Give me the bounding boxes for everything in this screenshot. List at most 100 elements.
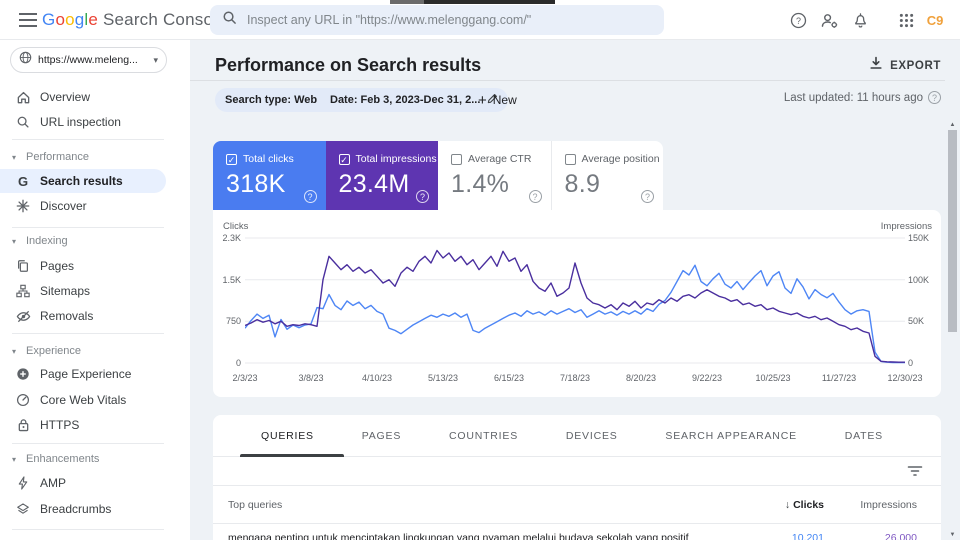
sidebar-item-core-web-vitals[interactable]: Core Web Vitals <box>0 391 180 409</box>
sidebar-item-breadcrumbs[interactable]: Breadcrumbs <box>0 500 180 518</box>
x-axis-tick: 4/10/23 <box>361 373 393 383</box>
divider <box>12 529 164 530</box>
table-header-row: Top queries ↓ Clicks Impressions <box>213 486 941 524</box>
browser-artifact-bar <box>390 0 555 4</box>
x-axis-tick: 2/3/23 <box>232 373 258 383</box>
metric-cards: ✓ Total clicks 318K ? ✓ Total impression… <box>213 141 663 210</box>
y-axis-tick-right: 150K <box>908 233 930 243</box>
sidebar-item-overview[interactable]: Overview <box>0 88 180 106</box>
table-toolbar <box>213 457 941 486</box>
scrollbar[interactable]: ▲ ▼ <box>946 120 959 540</box>
tab-search-appearance[interactable]: SEARCH APPEARANCE <box>665 430 796 442</box>
divider <box>12 333 164 334</box>
help-icon[interactable]: ? <box>528 190 542 203</box>
section-experience[interactable]: ▾ Experience <box>0 342 180 360</box>
y-axis-tick-left: 1.5K <box>222 274 241 285</box>
sidebar-item-amp[interactable]: AMP <box>0 474 180 492</box>
caret-down-icon: ▾ <box>12 346 17 356</box>
chart-plot[interactable] <box>244 237 905 364</box>
x-axis-tick: 3/8/23 <box>298 373 324 383</box>
table-row[interactable]: mengapa penting untuk menciptakan lingku… <box>213 524 941 540</box>
query-cell[interactable]: mengapa penting untuk menciptakan lingku… <box>228 532 689 540</box>
url-inspect-searchbox[interactable] <box>210 5 664 35</box>
divider <box>190 80 945 81</box>
sidebar-item-sitemaps[interactable]: Sitemaps <box>0 282 180 300</box>
help-icon[interactable]: ? <box>416 190 429 203</box>
sort-desc-icon: ↓ <box>784 499 791 511</box>
x-axis-tick: 5/13/23 <box>427 373 459 383</box>
scroll-down-icon[interactable]: ▼ <box>946 530 959 540</box>
checkbox-icon[interactable] <box>451 153 462 165</box>
y-axis-tick-right: 50K <box>908 316 925 327</box>
metric-value: 8.9 <box>564 170 601 198</box>
tab-queries[interactable]: QUERIES <box>261 430 314 442</box>
y-axis-tick-left: 750 <box>225 316 241 327</box>
section-indexing[interactable]: ▾ Indexing <box>0 232 180 250</box>
chevron-down-icon: ▾ <box>153 54 158 65</box>
tab-dates[interactable]: DATES <box>845 430 883 442</box>
new-filter-button[interactable]: + New <box>478 88 517 112</box>
discover-icon <box>15 198 31 214</box>
col-header-impressions[interactable]: Impressions <box>860 499 917 511</box>
search-icon <box>222 10 237 30</box>
amp-lightning-icon <box>15 475 31 491</box>
last-updated: Last updated: 11 hours ago ? <box>784 91 941 104</box>
checkbox-icon[interactable]: ✓ <box>338 153 350 165</box>
metric-average-ctr[interactable]: Average CTR 1.4% ? <box>438 141 551 210</box>
sidebar-item-pages[interactable]: Pages <box>0 257 180 275</box>
sidebar-item-removals[interactable]: Removals <box>0 307 180 325</box>
pages-icon <box>15 258 31 274</box>
caret-down-icon: ▾ <box>12 152 17 162</box>
metric-value: 23.4M <box>338 170 410 198</box>
help-icon[interactable]: ? <box>303 190 317 203</box>
x-axis-tick: 11/27/23 <box>821 373 857 383</box>
caret-down-icon: ▾ <box>12 236 17 246</box>
checkbox-icon[interactable] <box>564 153 576 165</box>
section-performance[interactable]: ▾ Performance <box>0 148 180 166</box>
removals-eye-off-icon <box>15 308 31 324</box>
tab-countries[interactable]: COUNTRIES <box>449 430 518 442</box>
sidebar-item-search-results[interactable]: G Search results <box>0 172 180 190</box>
metric-average-position[interactable]: Average position 8.9 ? <box>550 141 663 210</box>
help-icon[interactable]: ? <box>928 91 941 104</box>
notifications-bell-icon[interactable] <box>848 8 872 32</box>
google-search-console-app: Google Search Console ? C9 https://www.m <box>0 0 960 540</box>
right-axis-caption: Impressions <box>880 221 932 232</box>
col-header-clicks-sort[interactable]: ↓ Clicks <box>785 499 824 511</box>
col-header-top-queries: Top queries <box>228 499 283 511</box>
clicks-cell: 10,201 <box>791 532 824 540</box>
scrollbar-thumb[interactable] <box>948 130 957 332</box>
x-axis-tick: 9/22/23 <box>691 373 723 383</box>
home-icon <box>15 89 31 105</box>
checkbox-icon[interactable]: ✓ <box>226 153 237 165</box>
sidebar-item-page-experience[interactable]: Page Experience <box>0 365 180 383</box>
scroll-up-icon[interactable]: ▲ <box>946 120 959 130</box>
metric-total-clicks[interactable]: ✓ Total clicks 318K ? <box>213 141 326 210</box>
metric-total-impressions[interactable]: ✓ Total impressions 23.4M ? <box>325 141 438 210</box>
property-selector[interactable]: https://www.meleng... ▾ <box>10 47 167 73</box>
y-axis-tick-right: 0 <box>908 358 914 368</box>
url-inspect-input[interactable] <box>247 13 652 27</box>
dimensions-table-card: QUERIES PAGES COUNTRIES DEVICES SEARCH A… <box>213 415 941 540</box>
page-experience-icon <box>15 366 31 382</box>
help-icon[interactable]: ? <box>641 190 654 203</box>
app-bar: Google Search Console ? C9 <box>0 0 960 40</box>
settings-users-icon[interactable] <box>817 8 841 32</box>
tab-pages[interactable]: PAGES <box>362 430 401 442</box>
export-button[interactable]: EXPORT <box>869 56 941 75</box>
apps-grid-icon[interactable] <box>894 8 918 32</box>
section-enhancements[interactable]: ▾ Enhancements <box>0 450 180 468</box>
y-axis-tick-left: 2.3K <box>222 233 241 243</box>
help-icon[interactable]: ? <box>786 8 810 32</box>
sidebar-item-https[interactable]: HTTPS <box>0 416 180 434</box>
core-web-vitals-gauge-icon <box>15 392 31 408</box>
dimension-tabs: QUERIES PAGES COUNTRIES DEVICES SEARCH A… <box>213 415 941 457</box>
filter-list-icon[interactable] <box>907 464 923 483</box>
tab-devices[interactable]: DEVICES <box>566 430 618 442</box>
menu-icon[interactable] <box>19 13 37 27</box>
account-avatar[interactable]: C9 <box>922 7 948 33</box>
sidebar-item-url-inspection[interactable]: URL inspection <box>0 113 180 131</box>
g-icon: G <box>17 173 29 189</box>
breadcrumbs-layers-icon <box>15 501 31 517</box>
sidebar-item-discover[interactable]: Discover <box>0 197 180 215</box>
